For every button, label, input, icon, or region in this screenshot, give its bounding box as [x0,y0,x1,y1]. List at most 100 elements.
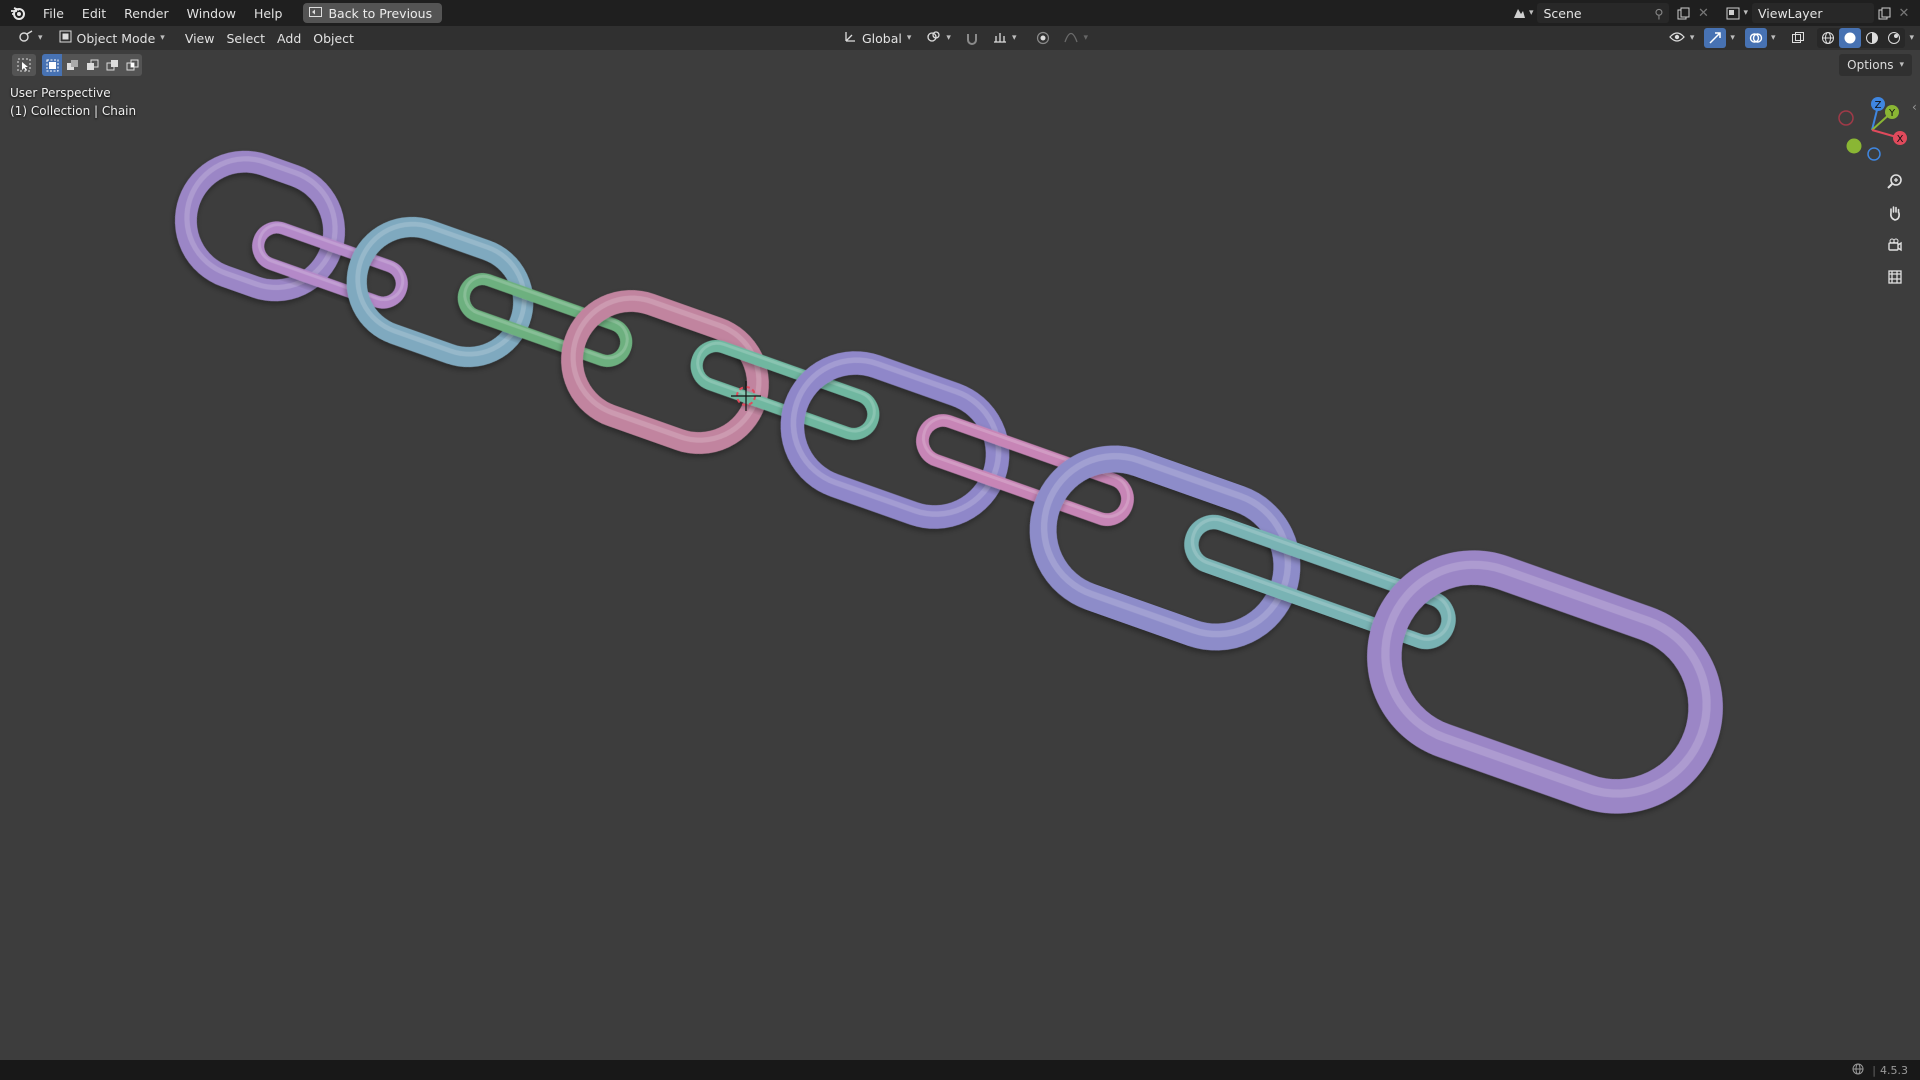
select-tool-icon[interactable] [12,54,36,76]
snap-toggle-icon[interactable] [961,28,983,48]
material-preview-shading-icon[interactable] [1861,28,1883,48]
tool-row [12,54,142,76]
top-menu-bar: File Edit Render Window Help Back to Pre… [0,0,1920,26]
shading-mode-group [1817,28,1906,48]
orientation-label: Global [862,30,902,46]
z-axis-label: Z [1875,100,1882,111]
3d-viewport-icon [18,30,33,46]
scene-name-field[interactable]: Scene ⚲ [1537,3,1670,23]
sidebar-toggle-icon[interactable]: ‹ [1912,100,1920,120]
view-layer-browse-icon[interactable] [1723,3,1743,23]
globe-icon [1852,1063,1864,1078]
pin-icon[interactable]: ⚲ [1654,6,1663,21]
status-bar: | 4.5.3 [0,1060,1920,1080]
menu-render[interactable]: Render [115,3,178,24]
snap-increment-icon [993,30,1007,46]
chevron-down-icon: ▾ [946,33,951,43]
chevron-down-icon: ▾ [1011,33,1017,43]
falloff-curve-icon [1064,31,1079,46]
perspective-label: User Perspective [10,86,111,100]
menu-add[interactable]: Add [271,28,307,48]
viewport-header: ▾ Object Mode ▾ View Select Add Object G… [0,26,1920,50]
extend-selection-icon[interactable] [62,54,82,76]
new-scene-icon[interactable] [1673,3,1693,23]
workspace-selectors: ▾ Scene ⚲ ✕ ▾ ViewLayer ✕ [1509,0,1920,26]
wireframe-shading-icon[interactable] [1817,28,1839,48]
object-mode-label: Object Mode [76,30,156,46]
chevron-down-icon: ▾ [160,33,165,43]
3d-viewport[interactable] [0,50,1920,1060]
view-layer-field[interactable]: ViewLayer [1752,3,1874,23]
menu-window[interactable]: Window [178,3,245,24]
camera-view-icon[interactable] [1882,232,1908,258]
negative-z-axis-icon[interactable] [1867,147,1881,161]
scene-name: Scene [1543,5,1582,21]
intersect-selection-icon[interactable] [122,54,142,76]
gizmos-toggle-icon[interactable] [1704,28,1727,48]
chevron-down-icon: ▾ [1743,8,1748,18]
version-label: 4.5.3 [1880,1063,1908,1077]
scene-browse-icon[interactable] [1509,3,1529,23]
chain-link[interactable] [1023,437,1307,657]
navigation-gizmo[interactable]: Z Y X [1830,90,1910,166]
orthographic-grid-icon[interactable] [1882,264,1908,290]
menu-edit[interactable]: Edit [73,3,115,24]
orientation-axes-icon [844,30,857,46]
options-dropdown[interactable]: Options ▾ [1839,54,1912,76]
chevron-down-icon: ▾ [1528,8,1534,18]
set-new-selection-icon[interactable] [42,54,62,76]
invert-selection-icon[interactable] [102,54,122,76]
pivot-point-dropdown[interactable]: ▾ [921,28,957,48]
menu-select[interactable]: Select [220,28,271,48]
blender-logo-icon[interactable] [8,3,28,23]
rendered-shading-icon[interactable] [1883,28,1905,48]
x-axis-label: X [1897,134,1904,145]
chain-link[interactable] [556,282,775,459]
object-mode-icon [59,30,72,46]
pivot-point-icon [927,30,941,46]
options-label: Options [1847,58,1894,72]
editor-type-selector[interactable]: ▾ [12,28,49,48]
menu-file[interactable]: File [34,3,73,24]
delete-scene-icon[interactable]: ✕ [1693,3,1713,23]
transform-orientation-dropdown[interactable]: Global ▾ [838,28,917,48]
negative-y-axis-icon[interactable] [1846,138,1862,154]
new-view-layer-icon[interactable] [1874,3,1894,23]
chain-link[interactable] [1360,540,1731,821]
object-visibility-dropdown[interactable]: ▾ [1663,28,1701,48]
menu-view[interactable]: View [179,28,221,48]
chain-object[interactable] [170,143,1732,821]
delete-view-layer-icon[interactable]: ✕ [1894,3,1914,23]
back-to-previous-button[interactable]: Back to Previous [303,3,443,23]
object-mode-dropdown[interactable]: Object Mode ▾ [53,28,171,48]
back-screen-icon [309,6,323,21]
zoom-icon[interactable] [1882,168,1908,194]
chevron-down-icon: ▾ [1899,60,1904,70]
snap-target-dropdown[interactable]: ▾ [987,28,1023,48]
proportional-falloff-dropdown[interactable]: ▾ [1058,28,1094,48]
proportional-editing-icon[interactable] [1032,28,1054,48]
eye-icon [1669,31,1685,46]
menu-object[interactable]: Object [307,28,360,48]
viewport-display-controls: ▾ ▾ ▾ ▾ [1663,28,1914,48]
transform-controls: Global ▾ ▾ ▾ ▾ [838,28,1094,48]
status-separator: | [1872,1063,1876,1077]
chevron-down-icon: ▾ [906,33,912,43]
chevron-down-icon: ▾ [1083,33,1088,43]
menu-help[interactable]: Help [245,3,292,24]
y-axis-label: Y [1888,108,1896,119]
chevron-down-icon[interactable]: ▾ [1730,33,1735,43]
collection-object-label: (1) Collection | Chain [10,104,137,118]
solid-shading-icon[interactable] [1839,28,1862,48]
back-to-previous-label: Back to Previous [328,5,433,21]
xray-toggle-icon[interactable] [1787,28,1809,48]
chevron-down-icon: ▾ [38,33,43,43]
pan-hand-icon[interactable] [1882,200,1908,226]
subtract-selection-icon[interactable] [82,54,102,76]
chevron-down-icon: ▾ [1689,33,1695,43]
negative-x-axis-icon[interactable] [1838,110,1854,126]
chevron-down-icon[interactable]: ▾ [1909,33,1914,43]
viewport-navigation-buttons [1882,168,1908,290]
overlays-toggle-icon[interactable] [1744,28,1767,48]
chevron-down-icon[interactable]: ▾ [1771,33,1776,43]
